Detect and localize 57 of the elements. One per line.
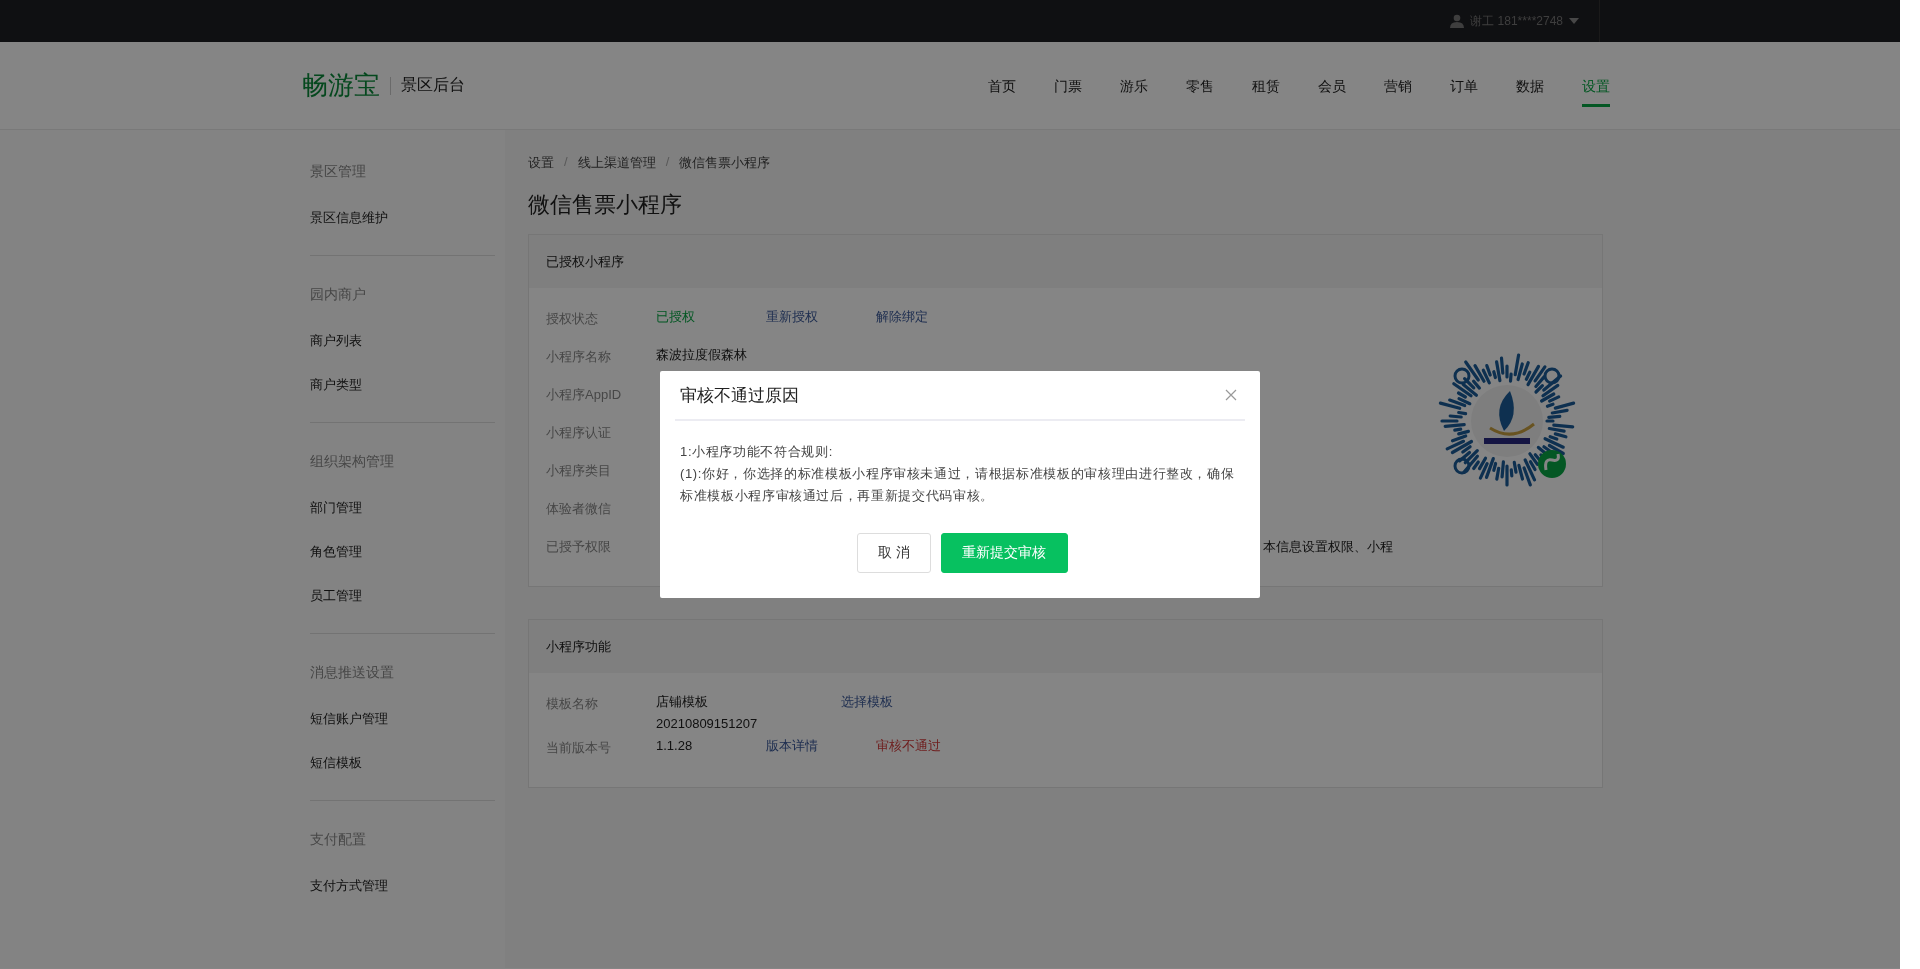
nav-tab[interactable]: 数据 — [1516, 70, 1544, 107]
sidebar-item[interactable]: 支付方式管理 — [310, 871, 505, 901]
sidebar-item[interactable]: 短信账户管理 — [310, 704, 505, 734]
field-label: 当前版本号 — [546, 739, 612, 757]
dialog-title: 审核不通过原因 — [680, 384, 799, 407]
sidebar-heading: 消息推送设置 — [310, 663, 395, 682]
status-text: 已授权 — [656, 308, 696, 326]
page-title: 微信售票小程序 — [528, 191, 683, 219]
dialog-text: (1):你好，你选择的标准模板小程序审核未通过，请根据标准模板的审核理由进行整改，确保标准模板小程序审核通过后，再重新提交代码审核。 — [680, 465, 1236, 505]
field-label: 小程序名称 — [546, 348, 612, 366]
breadcrumb-link[interactable]: 微信售票小程序 — [679, 154, 771, 172]
nav-tab[interactable]: 营销 — [1384, 70, 1412, 107]
status-text: 审核不通过 — [876, 737, 942, 755]
field-label: 授权状态 — [546, 310, 599, 328]
sidebar-item[interactable]: 部门管理 — [310, 493, 505, 523]
sidebar-heading: 支付配置 — [310, 830, 367, 849]
user-icon — [1450, 14, 1465, 28]
breadcrumb-link[interactable]: 设置 — [528, 154, 554, 172]
value-text: 森波拉度假森林 — [656, 346, 748, 364]
link[interactable]: 重新授权 — [766, 306, 876, 328]
sidebar-item[interactable]: 景区信息维护 — [310, 203, 505, 233]
field-label: 体验者微信 — [546, 500, 612, 518]
breadcrumb-separator: / — [564, 154, 568, 171]
sidebar-item[interactable]: 员工管理 — [310, 581, 505, 611]
field-label: 小程序AppID — [546, 386, 623, 404]
logo: 畅游宝 — [302, 69, 380, 102]
sidebar-item[interactable]: 商户列表 — [310, 326, 505, 356]
link[interactable]: 版本详情 — [766, 735, 876, 757]
field-label: 已授予权限 — [546, 538, 612, 556]
link[interactable]: 解除绑定 — [876, 306, 986, 328]
nav-tab[interactable]: 首页 — [988, 70, 1016, 107]
sidebar-item[interactable]: 角色管理 — [310, 537, 505, 567]
nav-tab[interactable]: 零售 — [1186, 70, 1214, 107]
breadcrumb-link[interactable]: 线上渠道管理 — [577, 154, 656, 172]
nav-tab[interactable]: 会员 — [1318, 70, 1346, 107]
value-text: 本信息设置权限、小程 — [1262, 538, 1394, 556]
field-label: 小程序认证 — [546, 424, 612, 442]
value-text: 1.1.28 — [656, 737, 694, 755]
close-icon[interactable] — [1225, 389, 1237, 401]
nav-tab[interactable]: 租赁 — [1252, 70, 1280, 107]
card-title: 已授权小程序 — [546, 252, 624, 271]
link[interactable]: 选择模板 — [841, 691, 951, 713]
cancel-button[interactable]: 取 消 — [857, 533, 931, 573]
logo-subtitle: 景区后台 — [401, 75, 465, 95]
dialog-text: 1:小程序功能不符合规则: — [680, 443, 834, 461]
field-label: 模板名称 — [546, 695, 599, 713]
value-text: 店铺模板 20210809151207 — [656, 693, 759, 733]
caret-icon — [1569, 18, 1579, 24]
nav-tab[interactable]: 游乐 — [1120, 70, 1148, 107]
card-title: 小程序功能 — [546, 637, 611, 656]
sidebar-item[interactable]: 商户类型 — [310, 370, 505, 400]
field-label: 小程序类目 — [546, 462, 612, 480]
nav-tab[interactable]: 订单 — [1450, 70, 1478, 107]
sidebar-item[interactable]: 短信模板 — [310, 748, 505, 778]
breadcrumb-separator: / — [665, 154, 670, 171]
nav-tab[interactable]: 门票 — [1054, 70, 1082, 107]
sidebar-heading: 园内商户 — [310, 285, 367, 304]
